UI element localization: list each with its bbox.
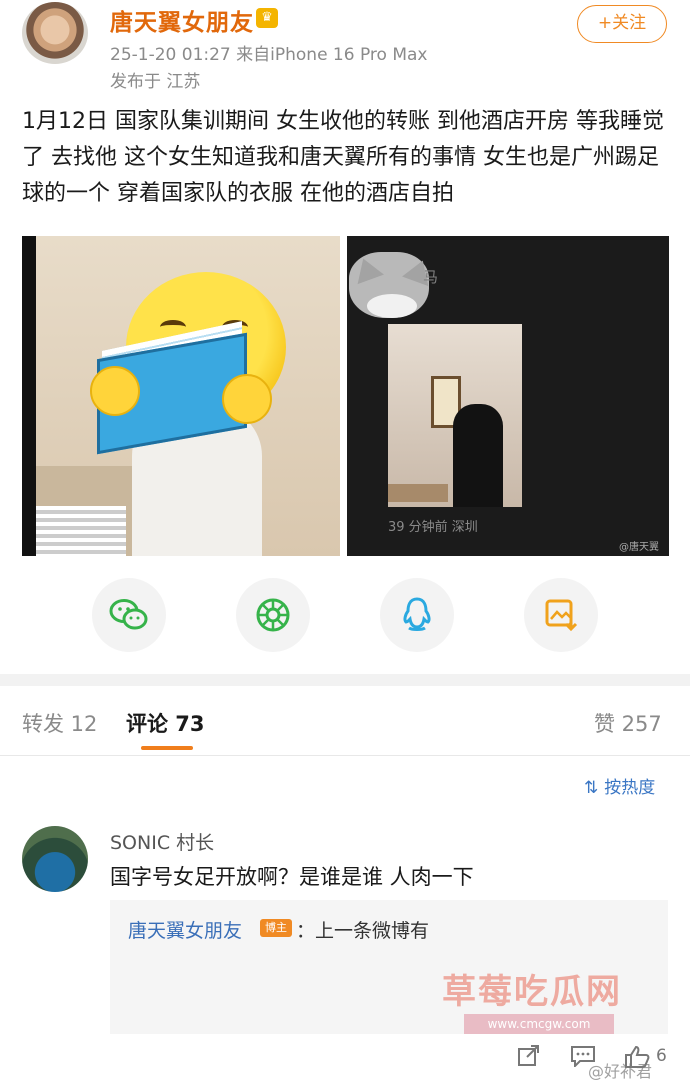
post-location: 发布于 江苏 <box>110 72 201 92</box>
reply-text: ：上一条微博有 <box>296 920 430 942</box>
post-timestamp-device: 25-1-20 01:27 来自iPhone 16 Pro Max <box>110 45 428 65</box>
sort-by-hot-button[interactable]: ⇅ 按热度 <box>584 773 655 798</box>
post-image-left[interactable] <box>22 236 340 556</box>
wechat-icon <box>109 599 148 630</box>
save-image-button[interactable] <box>524 578 598 652</box>
sort-icon: ⇅ <box>584 778 599 798</box>
tabs-divider <box>0 755 690 756</box>
follow-button[interactable]: +关注 <box>577 5 667 43</box>
moments-icon <box>256 598 290 632</box>
active-tab-indicator <box>141 746 193 750</box>
commenter-name[interactable]: SONIC 村长 <box>110 828 214 855</box>
comment-like-count: 6 <box>656 1046 667 1066</box>
site-url-watermark: www.cmcgw.com <box>464 1014 614 1034</box>
share-moments-button[interactable] <box>236 578 310 652</box>
share-wechat-button[interactable] <box>92 578 166 652</box>
qq-icon <box>403 597 431 631</box>
site-watermark: 草莓吃瓜网 <box>442 972 622 1012</box>
reply-author[interactable]: 唐天翼女朋友 <box>128 916 242 943</box>
sort-label: 按热度 <box>604 778 656 798</box>
reply-preview[interactable]: 唐天翼女朋友 博主 ：上一条微博有 草莓吃瓜网 www.cmcgw.com <box>110 900 668 1034</box>
post-text: 1月12日 国家队集训期间 女生收他的转账 到他酒店开房 等我睡觉了 去找他 这… <box>22 109 664 206</box>
overlay-char: 马 <box>423 268 439 286</box>
weibo-watermark: @好补君 <box>588 1062 653 1081</box>
vip-crown-icon: ♛ <box>256 8 278 28</box>
post-image-right[interactable]: 马 39 分钟前 深圳 @唐天翼 <box>347 236 669 556</box>
share-icon <box>518 1045 539 1066</box>
tab-comments[interactable]: 评论 73 <box>126 708 205 738</box>
op-badge: 博主 <box>260 919 292 937</box>
author-username[interactable]: 唐天翼女朋友 <box>110 3 254 37</box>
tab-repost[interactable]: 转发 12 <box>22 708 97 738</box>
image-watermark: @唐天翼 <box>619 542 659 553</box>
commenter-avatar[interactable] <box>22 826 88 892</box>
section-divider <box>0 674 690 686</box>
overlay-time-location: 39 分钟前 深圳 <box>388 520 478 535</box>
share-qq-button[interactable] <box>380 578 454 652</box>
comment-text: 国字号女足开放啊？是谁是谁 人肉一下 <box>110 865 474 889</box>
cat-sticker-icon <box>349 252 436 318</box>
tab-likes[interactable]: 赞 257 <box>594 708 662 738</box>
author-avatar[interactable] <box>22 2 88 64</box>
save-image-icon <box>545 599 578 632</box>
repost-comment-button[interactable] <box>517 1045 541 1072</box>
